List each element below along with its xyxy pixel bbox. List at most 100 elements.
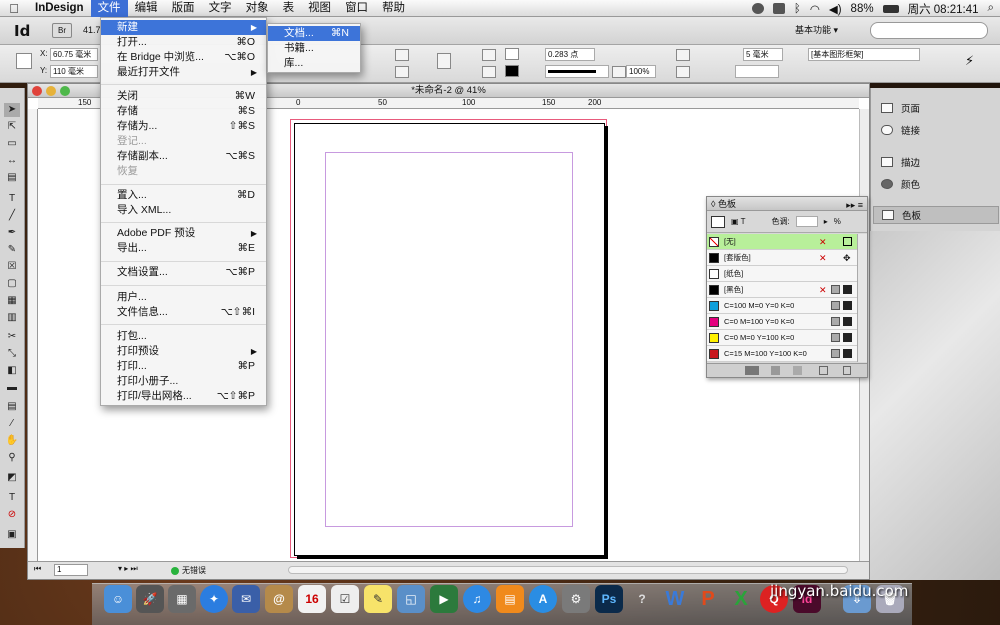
object-style-select[interactable]: [基本图形框架] bbox=[808, 48, 920, 61]
swatch-row[interactable]: C=0 M=100 Y=0 K=0 bbox=[707, 314, 859, 330]
formatting-icon[interactable]: T bbox=[4, 491, 20, 505]
tint-arrow-icon[interactable]: ▸ bbox=[824, 217, 828, 226]
ibooks-icon[interactable]: ▤ bbox=[496, 585, 524, 613]
submenu-item-document[interactable]: 文档... ⌘N bbox=[268, 26, 360, 41]
reference-point-icon[interactable] bbox=[16, 53, 32, 69]
menu-edit[interactable]: 编辑 bbox=[128, 0, 165, 17]
help-icon[interactable]: ? bbox=[628, 585, 656, 613]
stroke-type-select[interactable] bbox=[545, 65, 609, 78]
gradient-swatch-icon[interactable]: ◧ bbox=[4, 364, 20, 378]
quick-apply-icon[interactable]: ⚡ bbox=[965, 53, 974, 69]
horizontal-scrollbar[interactable] bbox=[288, 566, 848, 574]
menu-item-file-info[interactable]: 文件信息... ⌥⇧⌘I bbox=[101, 305, 266, 320]
direct-selection-icon[interactable]: ⇱ bbox=[4, 120, 20, 134]
grid-tool-icon[interactable]: ▥ bbox=[4, 311, 20, 325]
select-container-icon[interactable] bbox=[482, 49, 496, 61]
workspace-switcher[interactable]: 基本功能 ▾ bbox=[795, 23, 838, 36]
formatting-container-icon[interactable]: ▣ T bbox=[731, 217, 746, 226]
app-store-icon[interactable]: A bbox=[529, 585, 557, 613]
swatch-row[interactable]: [无] ✕ bbox=[707, 234, 859, 250]
panel-stroke[interactable]: 描边 bbox=[873, 153, 999, 171]
menu-item-print-presets[interactable]: 打印预设 ▶ bbox=[101, 344, 266, 359]
menu-item-print-booklet[interactable]: 打印小册子... bbox=[101, 374, 266, 389]
vertical-ruler[interactable] bbox=[28, 109, 38, 561]
stickies-icon[interactable]: ✎ bbox=[364, 585, 392, 613]
table-tool-icon[interactable]: ▦ bbox=[4, 294, 20, 308]
show-all-swatches-icon[interactable] bbox=[745, 366, 759, 375]
swatch-row[interactable]: [黑色] ✕ bbox=[707, 282, 859, 298]
tint-field[interactable] bbox=[795, 216, 818, 227]
free-transform-icon[interactable]: ⤡ bbox=[4, 347, 20, 361]
preflight-status[interactable]: 无错误 bbox=[171, 565, 206, 576]
menu-item-open[interactable]: 打开... ⌘O bbox=[101, 35, 266, 50]
menu-indesign[interactable]: InDesign bbox=[28, 0, 91, 17]
pencil-tool-icon[interactable]: ✎ bbox=[4, 243, 20, 257]
rectangle-tool-icon[interactable]: ▢ bbox=[4, 277, 20, 291]
menu-view[interactable]: 视图 bbox=[301, 0, 338, 17]
swatch-row[interactable]: C=15 M=100 Y=100 K=0 bbox=[707, 346, 859, 362]
select-content-icon[interactable] bbox=[482, 66, 496, 78]
fit-content-icon[interactable] bbox=[676, 49, 690, 61]
page-tool-icon[interactable]: ▭ bbox=[4, 137, 20, 151]
type-tool-icon[interactable]: T bbox=[4, 192, 20, 206]
spotlight-icon[interactable]: ⌕ bbox=[988, 2, 994, 15]
swatches-scrollbar[interactable] bbox=[857, 234, 867, 362]
stroke-swatch-icon[interactable] bbox=[505, 65, 519, 77]
menu-layout[interactable]: 版面 bbox=[165, 0, 202, 17]
system-preferences-icon[interactable]: ⚙ bbox=[562, 585, 590, 613]
menu-item-pdf-presets[interactable]: Adobe PDF 预设 ▶ bbox=[101, 226, 266, 241]
submenu-item-library[interactable]: 库... bbox=[268, 56, 360, 71]
show-gradient-swatches-icon[interactable] bbox=[793, 366, 802, 375]
fill-stroke-icon[interactable]: ◩ bbox=[4, 471, 20, 485]
contacts-icon[interactable]: @ bbox=[265, 585, 293, 613]
preview-icon[interactable]: ◱ bbox=[397, 585, 425, 613]
menu-item-save-copy[interactable]: 存储副本... ⌥⌘S bbox=[101, 149, 266, 164]
page-menu-icon[interactable]: ▾ ▸ ⏭ bbox=[118, 564, 138, 574]
swatch-row[interactable]: C=0 M=0 Y=100 K=0 bbox=[707, 330, 859, 346]
clock[interactable]: 周六 08:21:41 bbox=[908, 1, 979, 17]
page-number-field[interactable]: 1 bbox=[54, 564, 88, 576]
menu-item-print[interactable]: 打印... ⌘P bbox=[101, 359, 266, 374]
content-collector-icon[interactable]: ▤ bbox=[4, 171, 20, 185]
line-tool-icon[interactable]: ╱ bbox=[4, 209, 20, 223]
launchpad-icon[interactable]: 🚀 bbox=[136, 585, 164, 613]
menu-item-place[interactable]: 置入... ⌘D bbox=[101, 188, 266, 203]
photo-browser-icon[interactable]: ▦ bbox=[168, 585, 196, 613]
menu-item-browse-bridge[interactable]: 在 Bridge 中浏览... ⌥⌘O bbox=[101, 50, 266, 65]
zoom-tool-icon[interactable]: ⚲ bbox=[4, 451, 20, 465]
reminders-icon[interactable]: ☑ bbox=[331, 585, 359, 613]
menu-type[interactable]: 文字 bbox=[202, 0, 239, 17]
zoom-level[interactable]: 41.7 bbox=[83, 25, 101, 35]
menu-item-document-setup[interactable]: 文档设置... ⌥⌘P bbox=[101, 265, 266, 280]
minimize-icon[interactable] bbox=[46, 86, 56, 96]
swatch-row[interactable]: [纸色] bbox=[707, 266, 859, 282]
powerpoint-icon[interactable]: P bbox=[694, 585, 722, 613]
menu-item-user[interactable]: 用户... bbox=[101, 290, 266, 305]
rotate-icon[interactable] bbox=[395, 49, 409, 61]
menu-item-save[interactable]: 存储 ⌘S bbox=[101, 104, 266, 119]
itunes-icon[interactable]: ♫ bbox=[463, 585, 491, 613]
x-position-field[interactable]: 60.75 毫米 bbox=[50, 48, 98, 61]
menu-window[interactable]: 窗口 bbox=[338, 0, 375, 17]
monitor-icon[interactable] bbox=[772, 3, 785, 14]
menu-file[interactable]: 文件 bbox=[90, 0, 128, 17]
gap-tool-icon[interactable]: ↔ bbox=[4, 154, 20, 168]
y-position-field[interactable]: 110 毫米 bbox=[50, 65, 98, 78]
word-icon[interactable]: W bbox=[661, 585, 689, 613]
note-tool-icon[interactable]: ▤ bbox=[4, 400, 20, 414]
fill-stroke-toggle-icon[interactable] bbox=[711, 215, 725, 228]
new-swatch-icon[interactable] bbox=[819, 366, 828, 375]
corner-shape-select[interactable] bbox=[735, 65, 779, 78]
first-page-icon[interactable]: ⏮ bbox=[34, 564, 41, 574]
fill-swatch-icon[interactable] bbox=[505, 48, 519, 60]
submenu-item-book[interactable]: 书籍... bbox=[268, 41, 360, 56]
panel-color[interactable]: 颜色 bbox=[873, 175, 999, 193]
close-icon[interactable] bbox=[32, 86, 42, 96]
hand-tool-icon[interactable]: ✋ bbox=[4, 434, 20, 448]
qq-icon[interactable] bbox=[751, 3, 764, 14]
selection-tool-icon[interactable]: ➤ bbox=[4, 103, 20, 117]
panel-pages[interactable]: 页面 bbox=[873, 99, 999, 117]
panel-links[interactable]: 链接 bbox=[873, 121, 999, 139]
screen-mode-icon[interactable]: ▣ bbox=[4, 528, 20, 542]
photoshop-icon[interactable]: Ps bbox=[595, 585, 623, 613]
